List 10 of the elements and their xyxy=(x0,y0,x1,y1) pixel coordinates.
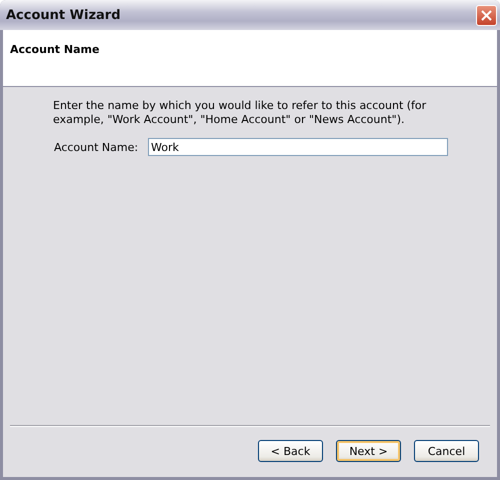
window-title: Account Wizard xyxy=(6,8,121,22)
close-button[interactable] xyxy=(476,4,497,26)
cancel-button[interactable]: Cancel xyxy=(414,440,479,462)
next-button[interactable]: Next > xyxy=(336,440,401,462)
field-label: Account Name: xyxy=(54,140,140,154)
account-name-field[interactable]: Work xyxy=(148,138,448,156)
page-heading: Account Name xyxy=(10,43,100,56)
back-button[interactable]: < Back xyxy=(258,440,323,462)
close-icon xyxy=(481,10,492,20)
instruction-text: Enter the name by which you would like to refer to this account (for example, "Work Account", "Home Account" or "News Account"). xyxy=(53,99,428,127)
